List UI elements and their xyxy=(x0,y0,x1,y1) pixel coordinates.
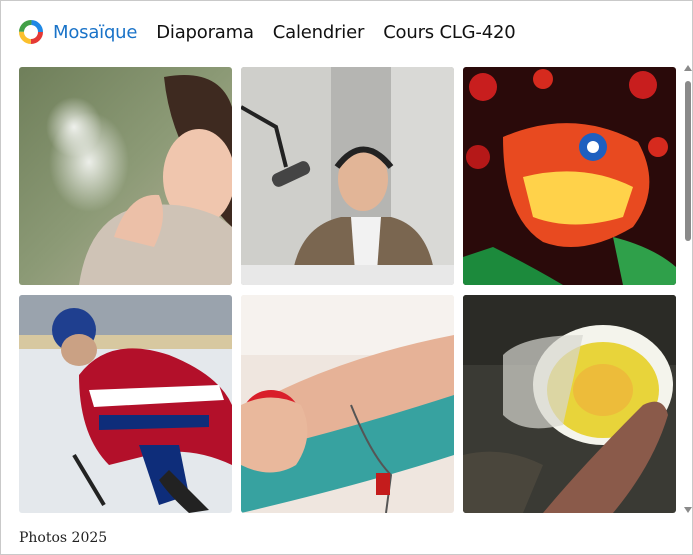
photo-tile[interactable] xyxy=(463,67,676,285)
blood-donation-arm-photo xyxy=(241,295,454,513)
photo-grid xyxy=(19,67,677,513)
photo-tile[interactable] xyxy=(463,295,676,513)
nav-tab-cours[interactable]: Cours CLG-420 xyxy=(383,22,515,43)
rainbow-ring-logo-icon[interactable] xyxy=(18,19,44,45)
scroll-thumb[interactable] xyxy=(685,81,691,241)
scroll-up-arrow-icon[interactable] xyxy=(684,65,692,71)
top-nav: Mosaïque Diaporama Calendrier Cours CLG-… xyxy=(18,18,534,46)
chinese-dragon-lantern-photo xyxy=(463,67,676,285)
app-window: Mosaïque Diaporama Calendrier Cours CLG-… xyxy=(0,0,693,555)
vertical-scrollbar[interactable] xyxy=(682,63,693,515)
man-podcast-microphone-photo xyxy=(241,67,454,285)
nav-tab-diaporama[interactable]: Diaporama xyxy=(156,22,254,43)
nav-tab-calendrier[interactable]: Calendrier xyxy=(273,22,365,43)
hockey-player-ice-photo xyxy=(19,295,232,513)
nav-tab-mosaique[interactable]: Mosaïque xyxy=(53,22,137,43)
photo-tile[interactable] xyxy=(19,67,232,285)
photo-tile[interactable] xyxy=(241,67,454,285)
microscope-sample-light-photo xyxy=(463,295,676,513)
footer-caption: Photos 2025 xyxy=(19,530,108,546)
photo-tile[interactable] xyxy=(19,295,232,513)
scroll-down-arrow-icon[interactable] xyxy=(684,507,692,513)
woman-breath-cold-photo xyxy=(19,67,232,285)
photo-tile[interactable] xyxy=(241,295,454,513)
